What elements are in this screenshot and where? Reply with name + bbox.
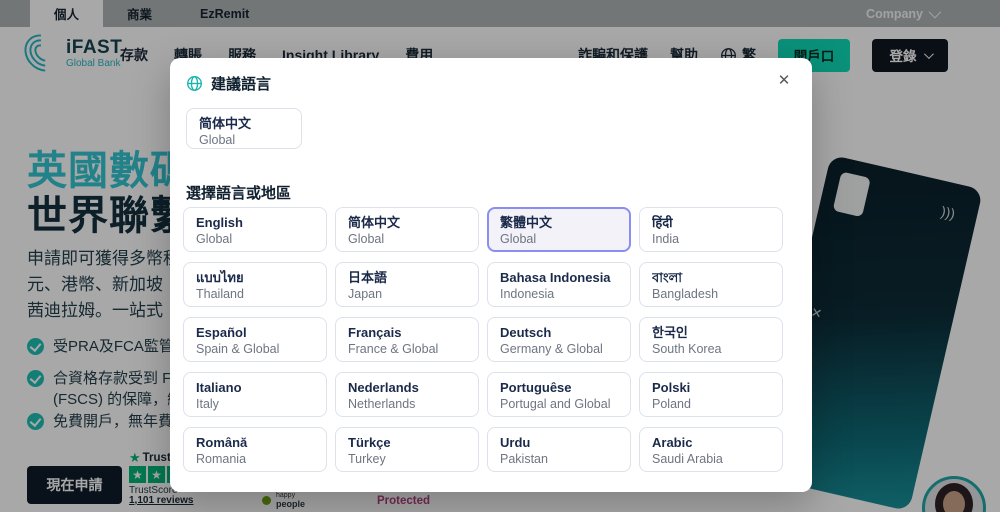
language-region: Portugal and Global xyxy=(500,397,611,411)
language-card[interactable]: Italiano Italy xyxy=(183,372,327,417)
language-name: 简体中文 xyxy=(348,215,401,230)
language-name: Español xyxy=(196,325,247,340)
language-card[interactable]: বাংলা Bangladesh xyxy=(639,262,783,307)
language-region: Global xyxy=(196,232,233,246)
language-name: Bahasa Indonesia xyxy=(500,270,611,285)
language-card[interactable]: 简体中文 Global xyxy=(335,207,479,252)
language-name: 日本語 xyxy=(348,270,388,285)
choose-language-title: 選擇語言或地區 xyxy=(186,185,292,202)
language-region: Romania xyxy=(196,452,247,466)
language-selection-modal: ✕ 建議語言 简体中文 Global 選擇語言或地區 English Global… xyxy=(170,58,812,492)
language-card[interactable]: 日本語 Japan xyxy=(335,262,479,307)
language-card[interactable]: Türkçe Turkey xyxy=(335,427,479,472)
language-region: Turkey xyxy=(348,452,386,466)
language-card[interactable]: Deutsch Germany & Global xyxy=(487,317,631,362)
language-card[interactable]: Urdu Pakistan xyxy=(487,427,631,472)
language-card[interactable]: Arabic Saudi Arabia xyxy=(639,427,783,472)
language-name: 繁體中文 xyxy=(500,215,553,230)
language-card[interactable]: Română Romania xyxy=(183,427,327,472)
language-region: Germany & Global xyxy=(500,342,603,356)
language-region: South Korea xyxy=(652,342,722,356)
language-name: Deutsch xyxy=(500,325,552,340)
language-region: Italy xyxy=(196,397,219,411)
language-name: Polski xyxy=(652,380,691,395)
language-region: Japan xyxy=(348,287,383,301)
language-name: Română xyxy=(196,435,248,450)
language-card[interactable]: English Global xyxy=(183,207,327,252)
language-grid: English Global 简体中文 Global 繁體中文 Global हिंदी In… xyxy=(183,207,783,472)
language-region: Poland xyxy=(652,397,691,411)
language-name: Nederlands xyxy=(348,380,419,395)
language-card[interactable]: Bahasa Indonesia Indonesia xyxy=(487,262,631,307)
language-region: India xyxy=(652,232,680,246)
language-name: แบบไทย xyxy=(196,270,244,285)
language-name: English xyxy=(196,215,243,230)
language-region: Bangladesh xyxy=(652,287,719,301)
language-card[interactable]: हिंदी India xyxy=(639,207,783,252)
language-card[interactable]: Français France & Global xyxy=(335,317,479,362)
language-region: Netherlands xyxy=(348,397,416,411)
language-region: Indonesia xyxy=(500,287,555,301)
language-name: हिंदी xyxy=(652,215,673,230)
language-name: বাংলা xyxy=(652,270,683,285)
language-region: Pakistan xyxy=(500,452,548,466)
language-card[interactable]: Portuguêse Portugal and Global xyxy=(487,372,631,417)
language-region: Global xyxy=(348,232,385,246)
screen: 個人 商業 EzRemit Company iFAST Global Bank … xyxy=(0,0,1000,512)
language-name: Français xyxy=(348,325,402,340)
language-region: Thailand xyxy=(196,287,244,301)
language-name: 한국인 xyxy=(652,325,688,340)
language-card[interactable]: 繁體中文 Global xyxy=(487,207,631,252)
language-region: Global xyxy=(199,133,236,147)
language-card[interactable]: แบบไทย Thailand xyxy=(183,262,327,307)
close-icon[interactable]: ✕ xyxy=(774,70,794,90)
language-name: Urdu xyxy=(500,435,531,450)
language-name: Arabic xyxy=(652,435,693,450)
language-name: 简体中文 xyxy=(199,116,252,131)
suggested-language-card[interactable]: 简体中文 Global xyxy=(186,108,302,149)
language-region: France & Global xyxy=(348,342,439,356)
language-card[interactable]: 한국인 South Korea xyxy=(639,317,783,362)
language-name: Portuguêse xyxy=(500,380,572,395)
globe-icon xyxy=(187,76,202,91)
modal-header: 建議語言 xyxy=(186,73,271,94)
language-region: Global xyxy=(500,232,537,246)
language-card[interactable]: Español Spain & Global xyxy=(183,317,327,362)
language-name: Italiano xyxy=(196,380,242,395)
language-card[interactable]: Polski Poland xyxy=(639,372,783,417)
suggested-language-title: 建議語言 xyxy=(211,76,272,93)
language-region: Saudi Arabia xyxy=(652,452,723,466)
language-name: Türkçe xyxy=(348,435,391,450)
language-region: Spain & Global xyxy=(196,342,280,356)
language-card[interactable]: Nederlands Netherlands xyxy=(335,372,479,417)
